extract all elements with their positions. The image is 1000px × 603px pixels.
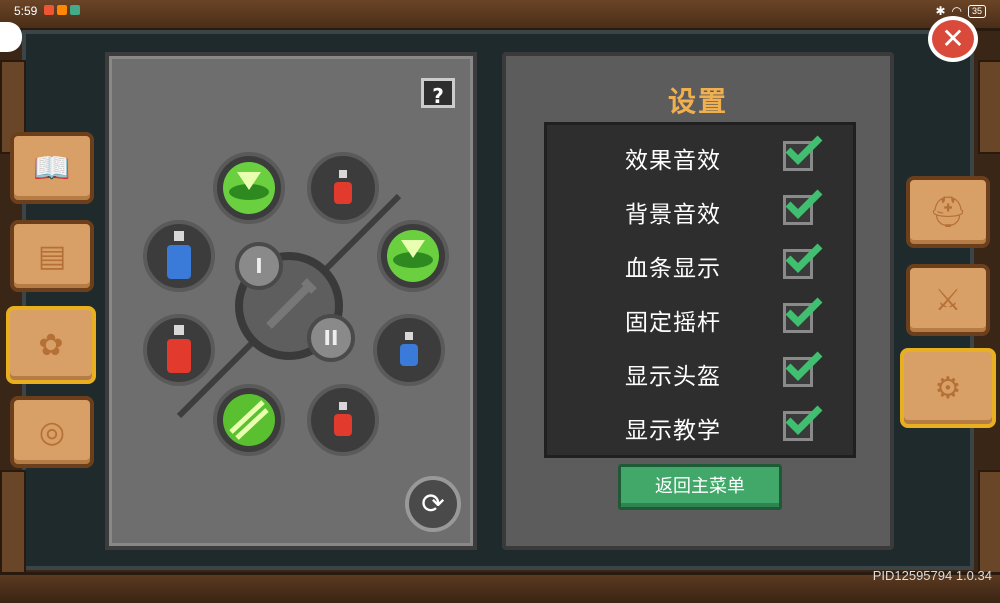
green-portal-icon <box>387 230 439 282</box>
close-icon: ✕ <box>941 22 965 55</box>
tab-book[interactable]: 📖 <box>10 132 94 204</box>
settings-options: 效果音效 背景音效 血条显示 固定摇杆 显示头盔 显示教学 <box>544 122 856 458</box>
setting-checkbox[interactable] <box>783 243 823 279</box>
setting-label: 背景音效 <box>625 202 721 228</box>
wood-post <box>978 470 1000 574</box>
refresh-button[interactable]: ⟳ <box>405 476 461 532</box>
book-icon: 📖 <box>33 150 71 186</box>
quick-slot-panel: ? I II ⟳ <box>105 52 477 550</box>
check-icon <box>785 405 823 435</box>
setting-row[interactable]: 显示头盔 <box>547 343 853 397</box>
setting-label: 血条显示 <box>625 256 721 282</box>
app-notification-icon <box>70 5 80 15</box>
app-notification-icon <box>44 5 54 15</box>
red-potion-icon <box>334 170 352 204</box>
tab-settings[interactable]: ⚙ <box>900 348 996 428</box>
blue-potion-small-icon <box>400 332 418 366</box>
green-slash-icon <box>223 394 275 446</box>
help-button[interactable]: ? <box>421 78 455 108</box>
side-handle[interactable] <box>0 22 22 52</box>
swords-icon: ⚔ <box>934 282 962 318</box>
slot-item-1[interactable] <box>307 152 379 224</box>
back-to-main-menu-button[interactable]: 返回主菜单 <box>618 464 782 510</box>
tab-helmet[interactable]: ⛑ <box>906 176 990 248</box>
setting-row[interactable]: 效果音效 <box>547 127 853 181</box>
tab-map[interactable]: ▤ <box>10 220 94 292</box>
slot-item-4[interactable] <box>373 314 445 386</box>
helmet-icon: ⛑ <box>928 194 968 230</box>
map-icon: ▤ <box>37 238 67 274</box>
setting-checkbox[interactable] <box>783 405 823 441</box>
setting-row[interactable]: 背景音效 <box>547 181 853 235</box>
check-icon <box>785 297 823 327</box>
slot-item-3[interactable] <box>143 314 215 386</box>
setting-label: 固定摇杆 <box>625 310 721 336</box>
status-time: 5:59 <box>14 4 38 18</box>
slot-skill-2[interactable] <box>377 220 449 292</box>
blue-potion-icon <box>167 231 191 279</box>
refresh-icon: ⟳ <box>421 487 445 520</box>
slot-marker-1: I <box>235 242 283 290</box>
check-icon <box>785 243 823 273</box>
steering-icon: ◎ <box>38 414 66 450</box>
status-bar: 5:59 ✱ ◠ 35 <box>0 0 1000 22</box>
setting-row[interactable]: 血条显示 <box>547 235 853 289</box>
panel-decoration <box>176 193 402 419</box>
check-icon <box>785 135 823 165</box>
tab-weapons[interactable]: ⚔ <box>906 264 990 336</box>
slot-skill-3[interactable] <box>213 384 285 456</box>
settings-gear-icon: ⚙ <box>934 370 962 406</box>
setting-label: 显示教学 <box>625 418 721 444</box>
app-notification-icon <box>57 5 67 15</box>
battery-indicator: 35 <box>967 4 986 18</box>
setting-label: 效果音效 <box>625 148 721 174</box>
close-button[interactable]: ✕ <box>928 16 978 62</box>
wood-post <box>0 470 26 574</box>
notification-icons <box>44 5 80 15</box>
tab-gear-cluster[interactable]: ✿ <box>6 306 96 384</box>
setting-checkbox[interactable] <box>783 297 823 333</box>
settings-title: 设置 <box>667 85 728 118</box>
red-potion-icon <box>334 402 352 436</box>
red-potion-large-icon <box>167 325 191 373</box>
slot-item-2[interactable] <box>143 220 215 292</box>
check-icon <box>785 189 823 219</box>
setting-row[interactable]: 固定摇杆 <box>547 289 853 343</box>
wood-frame-bottom <box>0 572 1000 603</box>
slot-marker-2: II <box>307 314 355 362</box>
slot-skill-1[interactable] <box>213 152 285 224</box>
wood-post <box>978 60 1000 154</box>
setting-row[interactable]: 显示教学 <box>547 397 853 451</box>
bluetooth-icon: ✱ <box>935 4 946 18</box>
status-right: ✱ ◠ 35 <box>935 4 986 18</box>
settings-panel: 设置 效果音效 背景音效 血条显示 固定摇杆 显示头盔 显示教学 返回主菜单 <box>502 52 894 550</box>
slot-item-5[interactable] <box>307 384 379 456</box>
setting-label: 显示头盔 <box>625 364 721 390</box>
tab-steering[interactable]: ◎ <box>10 396 94 468</box>
version-label: PID12595794 1.0.34 <box>872 568 992 583</box>
setting-checkbox[interactable] <box>783 135 823 171</box>
setting-checkbox[interactable] <box>783 189 823 225</box>
setting-checkbox[interactable] <box>783 351 823 387</box>
check-icon <box>785 351 823 381</box>
gear-cluster-icon: ✿ <box>38 327 64 363</box>
green-portal-icon <box>223 162 275 214</box>
